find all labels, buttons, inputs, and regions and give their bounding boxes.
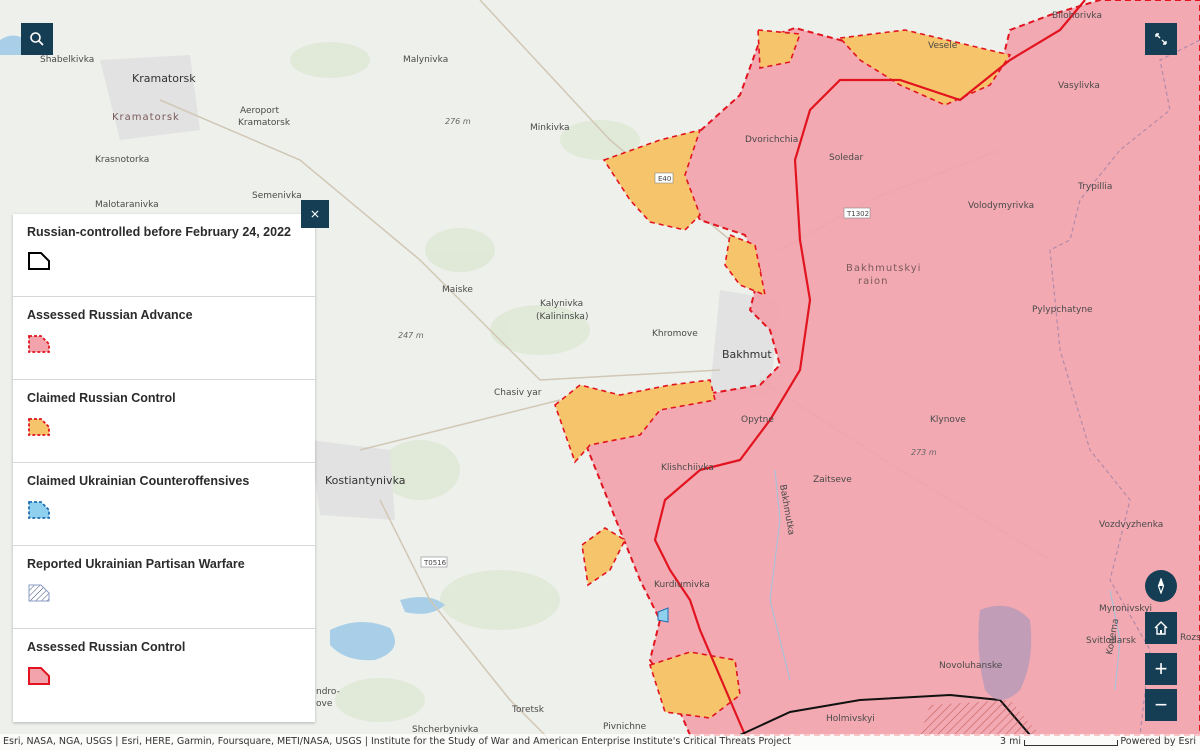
label-semenivka: Semenivka bbox=[252, 191, 302, 201]
label-oleksandro-2: ove bbox=[316, 699, 333, 709]
label-pivnichne: Pivnichne bbox=[603, 722, 647, 732]
label-klishchiivka: Klishchiivka bbox=[661, 463, 714, 473]
label-raion-2: raion bbox=[858, 276, 888, 287]
elevation-276: 276 m bbox=[445, 117, 471, 126]
legend-label: Reported Ukrainian Partisan Warfare bbox=[27, 557, 245, 571]
label-malynivka: Malynivka bbox=[403, 55, 448, 65]
compass-button[interactable] bbox=[1145, 570, 1177, 602]
label-bilohorivka: Bilohorivka bbox=[1052, 11, 1102, 21]
legend-item-claimed-russian: Claimed Russian Control bbox=[13, 380, 315, 463]
road-e40: E40 bbox=[658, 175, 671, 183]
fullscreen-button[interactable] bbox=[1145, 23, 1177, 55]
label-zaitseve: Zaitseve bbox=[813, 475, 852, 485]
legend-label: Russian-controlled before February 24, 2… bbox=[27, 225, 291, 239]
label-vozdvyzhenka: Vozdvyzhenka bbox=[1099, 520, 1163, 530]
legend-label: Claimed Russian Control bbox=[27, 391, 176, 405]
label-dvorichchia: Dvorichchia bbox=[745, 135, 798, 145]
label-aeroport: Aeroport bbox=[240, 106, 279, 116]
label-trypillia: Trypillia bbox=[1077, 182, 1112, 192]
label-toretsk: Toretsk bbox=[511, 705, 545, 715]
legend-swatch-outline bbox=[28, 252, 50, 270]
label-kramatorsk-2: Kramatorsk bbox=[112, 112, 180, 123]
legend-swatch-advance bbox=[28, 335, 50, 353]
label-kostiantynivka: Kostiantynivka bbox=[325, 474, 406, 487]
label-kramatorsk: Kramatorsk bbox=[132, 72, 196, 85]
label-kurdiumivka: Kurdiumivka bbox=[654, 580, 710, 590]
label-malotaranivka: Malotaranivka bbox=[95, 200, 159, 210]
zoom-in-button[interactable]: + bbox=[1145, 653, 1177, 685]
legend-label: Assessed Russian Advance bbox=[27, 308, 193, 322]
label-holmivskyi: Holmivskyi bbox=[826, 714, 875, 724]
legend-swatch-partisan bbox=[28, 584, 50, 602]
attribution-text: Esri, NASA, NGA, USGS | Esri, HERE, Garm… bbox=[3, 736, 791, 747]
legend-item-assessed-control: Assessed Russian Control bbox=[13, 629, 315, 712]
legend-label: Claimed Ukrainian Counteroffensives bbox=[27, 474, 250, 488]
label-kalynivka: Kalynivka bbox=[540, 299, 583, 309]
legend-item-pre-2022: Russian-controlled before February 24, 2… bbox=[13, 214, 315, 297]
scale-bar bbox=[1024, 740, 1118, 746]
label-khromove: Khromove bbox=[652, 329, 698, 339]
label-krasnotorka: Krasnotorka bbox=[95, 155, 149, 165]
zoom-out-button[interactable]: − bbox=[1145, 689, 1177, 721]
label-aeroport-2: Kramatorsk bbox=[238, 118, 291, 128]
label-oleksandro: ndro- bbox=[316, 687, 340, 697]
label-novoluhanske: Novoluhanske bbox=[939, 661, 1003, 671]
legend-swatch-claimed bbox=[28, 418, 50, 436]
search-button[interactable] bbox=[21, 23, 53, 55]
label-klynove: Klynove bbox=[930, 415, 966, 425]
label-soledar: Soledar bbox=[829, 153, 863, 163]
label-vasylivka: Vasylivka bbox=[1058, 81, 1100, 91]
label-bakhmut: Bakhmut bbox=[722, 348, 772, 361]
legend-panel: Russian-controlled before February 24, 2… bbox=[13, 214, 315, 722]
attribution-bar: Esri, NASA, NGA, USGS | Esri, HERE, Garm… bbox=[0, 734, 1200, 750]
close-icon bbox=[311, 210, 319, 218]
legend-item-ukrainian-counteroffensives: Claimed Ukrainian Counteroffensives bbox=[13, 463, 315, 546]
legend-item-partisan: Reported Ukrainian Partisan Warfare bbox=[13, 546, 315, 629]
label-opytne: Opytne bbox=[741, 415, 774, 425]
legend-swatch-control bbox=[28, 667, 50, 685]
legend-item-assessed-advance: Assessed Russian Advance bbox=[13, 297, 315, 380]
road-t0516: T0516 bbox=[423, 559, 447, 567]
label-minkivka: Minkivka bbox=[530, 123, 570, 133]
label-pylypchatyne: Pylypchatyne bbox=[1032, 305, 1093, 315]
label-volodymyrivka: Volodymyrivka bbox=[968, 201, 1034, 211]
label-maiske: Maiske bbox=[442, 285, 473, 295]
home-icon bbox=[1154, 621, 1168, 635]
powered-by-link[interactable]: Powered by Esri bbox=[1120, 736, 1196, 747]
elevation-247: 247 m bbox=[398, 331, 424, 340]
home-button[interactable] bbox=[1145, 612, 1177, 644]
elevation-273: 273 m bbox=[911, 448, 937, 457]
label-rozsypne: Rozs bbox=[1180, 633, 1200, 643]
scale-label: 3 mi bbox=[1000, 736, 1021, 747]
legend-close-button[interactable] bbox=[301, 200, 329, 228]
label-shabelkivka: Shabelkivka bbox=[40, 55, 94, 65]
legend-swatch-counteroffensive bbox=[28, 501, 50, 519]
fullscreen-icon bbox=[1155, 33, 1167, 45]
search-icon bbox=[30, 32, 44, 46]
compass-icon bbox=[1157, 578, 1165, 594]
road-t1302: T1302 bbox=[846, 210, 869, 218]
label-raion-1: Bakhmutskyi bbox=[846, 263, 921, 274]
legend-label: Assessed Russian Control bbox=[27, 640, 186, 654]
label-vesele: Vesele bbox=[928, 41, 958, 51]
label-kalynivka-2: (Kalininska) bbox=[536, 312, 588, 322]
label-chasiv-yar: Chasiv yar bbox=[494, 388, 542, 398]
